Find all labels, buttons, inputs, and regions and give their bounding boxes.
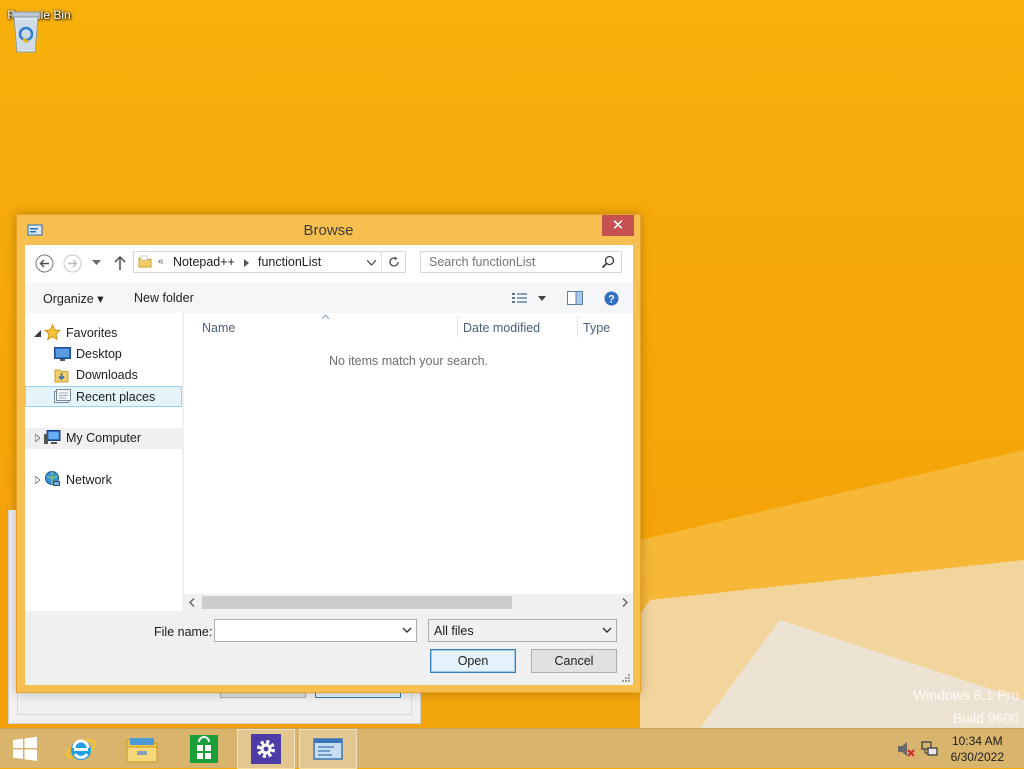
tree-my-computer[interactable]: My Computer bbox=[25, 428, 182, 449]
windows-logo-icon bbox=[13, 736, 37, 761]
internet-explorer-icon bbox=[65, 739, 97, 760]
svg-text:?: ? bbox=[608, 294, 615, 306]
address-dropdown-icon[interactable] bbox=[367, 260, 376, 266]
column-separator[interactable] bbox=[577, 315, 578, 337]
file-type-filter[interactable]: All files bbox=[428, 619, 617, 642]
view-details-icon[interactable] bbox=[512, 292, 528, 304]
address-divider bbox=[381, 252, 382, 272]
file-name-dropdown-icon[interactable] bbox=[402, 623, 412, 637]
start-button[interactable] bbox=[0, 729, 50, 769]
tree-favorites[interactable]: Favorites bbox=[25, 323, 182, 344]
tree-network-label: Network bbox=[66, 473, 112, 487]
close-button[interactable]: ✕ bbox=[602, 215, 634, 236]
tree-favorites-label: Favorites bbox=[66, 326, 118, 340]
address-segment-notepadpp[interactable]: Notepad++ bbox=[173, 255, 235, 269]
recent-places-icon bbox=[54, 389, 71, 403]
search-input[interactable] bbox=[421, 252, 591, 272]
taskbar-settings[interactable] bbox=[237, 729, 295, 769]
tree-recent-places[interactable]: Recent places bbox=[25, 386, 182, 407]
column-separator[interactable] bbox=[457, 315, 458, 337]
navigation-bar: « Notepad++ functionList bbox=[25, 245, 633, 283]
refresh-icon[interactable] bbox=[388, 256, 400, 268]
settings-gear-icon bbox=[251, 734, 281, 764]
store-icon bbox=[190, 735, 218, 763]
file-name-label: File name: bbox=[154, 625, 213, 639]
column-header-name[interactable]: Name bbox=[202, 321, 235, 335]
search-box[interactable] bbox=[420, 251, 622, 273]
resize-grip-icon[interactable] bbox=[621, 673, 631, 683]
watermark-build: Build 9600 bbox=[952, 710, 1019, 726]
network-status-icon[interactable] bbox=[921, 741, 939, 757]
desktop-icon bbox=[54, 347, 71, 361]
folder-icon bbox=[138, 255, 152, 268]
view-options-dropdown-icon[interactable] bbox=[538, 296, 546, 301]
tree-recent-places-label: Recent places bbox=[76, 390, 156, 404]
tree-network[interactable]: Network bbox=[25, 470, 182, 491]
dialog-footer: File name: All files Open Cancel bbox=[25, 611, 633, 685]
scrollbar-thumb[interactable] bbox=[202, 596, 512, 609]
breadcrumb-chevron-icon[interactable] bbox=[244, 259, 249, 267]
help-icon[interactable]: ? bbox=[604, 291, 619, 306]
computer-icon bbox=[44, 430, 61, 444]
taskbar-file-explorer[interactable] bbox=[113, 729, 171, 769]
recent-locations-chevron-icon[interactable] bbox=[92, 260, 101, 266]
star-icon bbox=[44, 324, 61, 341]
forward-arrow-icon[interactable] bbox=[63, 254, 82, 273]
collapsed-triangle-icon[interactable] bbox=[35, 476, 40, 484]
address-overflow[interactable]: « bbox=[158, 256, 164, 267]
column-header-type[interactable]: Type bbox=[583, 321, 610, 335]
expanded-triangle-icon[interactable] bbox=[34, 330, 41, 337]
clock-date: 6/30/2022 bbox=[950, 750, 1004, 764]
watermark-edition: Windows 8.1 Pro bbox=[913, 687, 1019, 703]
notepad-window-icon bbox=[313, 738, 343, 760]
windows-watermark: Windows 8.1 Pro Build 9600 bbox=[913, 684, 1019, 728]
file-name-input[interactable] bbox=[215, 620, 395, 641]
dialog-titlebar[interactable]: Browse ✕ bbox=[17, 215, 640, 245]
organize-button[interactable]: Organize ▾ bbox=[43, 291, 103, 306]
tree-my-computer-label: My Computer bbox=[66, 431, 142, 445]
sort-ascending-icon bbox=[322, 315, 329, 319]
volume-muted-icon[interactable] bbox=[897, 741, 915, 757]
recycle-bin[interactable]: Recycle Bin bbox=[6, 6, 72, 76]
taskbar-store[interactable] bbox=[175, 729, 233, 769]
search-icon[interactable] bbox=[601, 255, 615, 269]
horizontal-scrollbar[interactable] bbox=[184, 594, 633, 611]
open-button[interactable]: Open bbox=[430, 649, 516, 673]
column-header-date-modified[interactable]: Date modified bbox=[463, 321, 540, 335]
taskbar-internet-explorer[interactable] bbox=[52, 729, 110, 769]
navigation-pane: Favorites Desktop Downloads Recent place… bbox=[25, 313, 183, 611]
file-list-pane[interactable]: Name Date modified Type No items match y… bbox=[184, 313, 633, 594]
file-type-dropdown-icon[interactable] bbox=[602, 623, 612, 637]
scroll-right-arrow-icon[interactable] bbox=[622, 598, 628, 607]
collapsed-triangle-icon[interactable] bbox=[35, 434, 40, 442]
tree-downloads-label: Downloads bbox=[76, 368, 138, 382]
tree-desktop[interactable]: Desktop bbox=[25, 344, 182, 365]
system-clock[interactable]: 10:34 AM 6/30/2022 bbox=[951, 733, 1004, 765]
recycle-bin-icon bbox=[11, 11, 41, 53]
downloads-folder-icon bbox=[54, 369, 69, 383]
browse-dialog[interactable]: Browse ✕ « Notepad++ functionList Search… bbox=[16, 214, 641, 693]
back-arrow-icon[interactable] bbox=[35, 254, 54, 273]
file-name-combobox[interactable] bbox=[214, 619, 417, 642]
dialog-client-area: « Notepad++ functionList Search function… bbox=[25, 245, 633, 685]
clock-time: 10:34 AM bbox=[951, 734, 1003, 748]
taskbar-browse-window[interactable] bbox=[299, 729, 357, 769]
address-bar[interactable]: « Notepad++ functionList bbox=[133, 251, 406, 273]
preview-pane-icon[interactable] bbox=[567, 291, 583, 305]
command-bar: Organize ▾ New folder ? bbox=[25, 283, 633, 313]
taskbar: 10:34 AM 6/30/2022 bbox=[0, 728, 1024, 769]
network-icon bbox=[45, 471, 60, 486]
up-arrow-icon[interactable] bbox=[113, 254, 127, 272]
address-segment-functionlist[interactable]: functionList bbox=[258, 255, 321, 269]
tree-desktop-label: Desktop bbox=[76, 347, 122, 361]
file-explorer-icon bbox=[126, 738, 158, 763]
scroll-left-arrow-icon[interactable] bbox=[189, 598, 195, 607]
tree-downloads[interactable]: Downloads bbox=[25, 365, 182, 386]
file-type-filter-value: All files bbox=[434, 624, 474, 638]
new-folder-button[interactable]: New folder bbox=[134, 291, 194, 305]
dialog-title: Browse bbox=[303, 222, 354, 239]
empty-results-message: No items match your search. bbox=[328, 354, 489, 368]
cancel-button[interactable]: Cancel bbox=[531, 649, 617, 673]
